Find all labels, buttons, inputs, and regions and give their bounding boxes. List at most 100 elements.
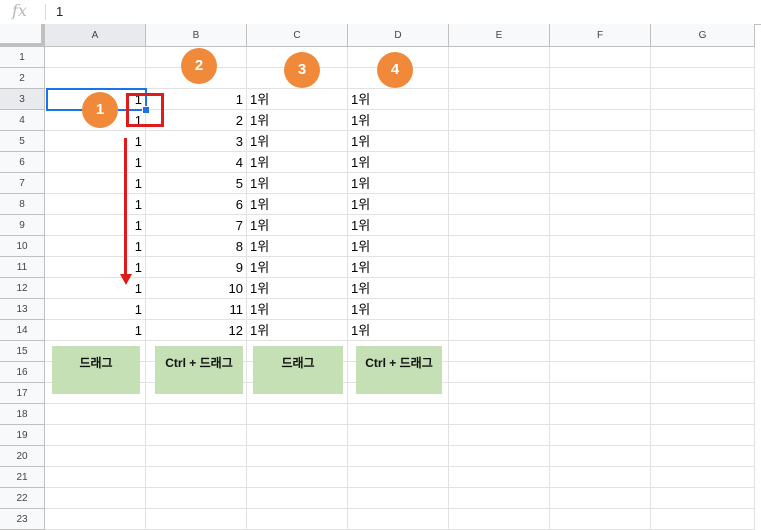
- cell-a7[interactable]: 1: [45, 173, 146, 194]
- row-header-7[interactable]: 7: [0, 173, 45, 194]
- cell-f15[interactable]: [550, 341, 651, 362]
- row-header-2[interactable]: 2: [0, 68, 45, 89]
- row-header-5[interactable]: 5: [0, 131, 45, 152]
- cell-g21[interactable]: [651, 467, 755, 488]
- cell-e4[interactable]: [449, 110, 550, 131]
- cell-e13[interactable]: [449, 299, 550, 320]
- cell-c19[interactable]: [247, 425, 348, 446]
- cell-d11[interactable]: 1위: [348, 257, 449, 278]
- cell-c18[interactable]: [247, 404, 348, 425]
- cell-e11[interactable]: [449, 257, 550, 278]
- cell-e14[interactable]: [449, 320, 550, 341]
- cell-d14[interactable]: 1위: [348, 320, 449, 341]
- cell-g8[interactable]: [651, 194, 755, 215]
- cell-b13[interactable]: 11: [146, 299, 247, 320]
- cell-d13[interactable]: 1위: [348, 299, 449, 320]
- select-all-corner[interactable]: [0, 24, 45, 47]
- row-header-12[interactable]: 12: [0, 278, 45, 299]
- cell-e21[interactable]: [449, 467, 550, 488]
- cell-g10[interactable]: [651, 236, 755, 257]
- cell-d12[interactable]: 1위: [348, 278, 449, 299]
- cell-b11[interactable]: 9: [146, 257, 247, 278]
- formula-input[interactable]: 1: [56, 4, 63, 20]
- cell-f4[interactable]: [550, 110, 651, 131]
- cell-a10[interactable]: 1: [45, 236, 146, 257]
- cell-c20[interactable]: [247, 446, 348, 467]
- cell-g20[interactable]: [651, 446, 755, 467]
- cell-b22[interactable]: [146, 488, 247, 509]
- cell-b5[interactable]: 3: [146, 131, 247, 152]
- cell-b18[interactable]: [146, 404, 247, 425]
- column-header-d[interactable]: D: [348, 24, 449, 47]
- row-header-6[interactable]: 6: [0, 152, 45, 173]
- cell-g6[interactable]: [651, 152, 755, 173]
- row-header-16[interactable]: 16: [0, 362, 45, 383]
- cell-a14[interactable]: 1: [45, 320, 146, 341]
- column-header-g[interactable]: G: [651, 24, 755, 47]
- cell-c4[interactable]: 1위: [247, 110, 348, 131]
- column-header-f[interactable]: F: [550, 24, 651, 47]
- cell-g17[interactable]: [651, 383, 755, 404]
- cell-d6[interactable]: 1위: [348, 152, 449, 173]
- cell-f13[interactable]: [550, 299, 651, 320]
- cell-g7[interactable]: [651, 173, 755, 194]
- row-header-14[interactable]: 14: [0, 320, 45, 341]
- cell-f7[interactable]: [550, 173, 651, 194]
- cell-g15[interactable]: [651, 341, 755, 362]
- cell-e12[interactable]: [449, 278, 550, 299]
- cell-f18[interactable]: [550, 404, 651, 425]
- cell-c8[interactable]: 1위: [247, 194, 348, 215]
- cell-g2[interactable]: [651, 68, 755, 89]
- cell-c11[interactable]: 1위: [247, 257, 348, 278]
- cell-e2[interactable]: [449, 68, 550, 89]
- cell-a13[interactable]: 1: [45, 299, 146, 320]
- cell-f9[interactable]: [550, 215, 651, 236]
- cell-e17[interactable]: [449, 383, 550, 404]
- row-header-15[interactable]: 15: [0, 341, 45, 362]
- cell-f2[interactable]: [550, 68, 651, 89]
- cell-d20[interactable]: [348, 446, 449, 467]
- cell-a9[interactable]: 1: [45, 215, 146, 236]
- row-header-8[interactable]: 8: [0, 194, 45, 215]
- cell-g9[interactable]: [651, 215, 755, 236]
- cell-e8[interactable]: [449, 194, 550, 215]
- column-header-e[interactable]: E: [449, 24, 550, 47]
- cell-f6[interactable]: [550, 152, 651, 173]
- cell-e6[interactable]: [449, 152, 550, 173]
- cell-b10[interactable]: 8: [146, 236, 247, 257]
- cell-d21[interactable]: [348, 467, 449, 488]
- cell-a22[interactable]: [45, 488, 146, 509]
- cell-g3[interactable]: [651, 89, 755, 110]
- cell-f10[interactable]: [550, 236, 651, 257]
- cell-c14[interactable]: 1위: [247, 320, 348, 341]
- cell-g22[interactable]: [651, 488, 755, 509]
- cell-f14[interactable]: [550, 320, 651, 341]
- cell-g5[interactable]: [651, 131, 755, 152]
- cell-f22[interactable]: [550, 488, 651, 509]
- cell-g16[interactable]: [651, 362, 755, 383]
- cell-g1[interactable]: [651, 47, 755, 68]
- cell-d10[interactable]: 1위: [348, 236, 449, 257]
- cell-g14[interactable]: [651, 320, 755, 341]
- cell-c12[interactable]: 1위: [247, 278, 348, 299]
- cell-g12[interactable]: [651, 278, 755, 299]
- column-header-b[interactable]: B: [146, 24, 247, 47]
- cell-f3[interactable]: [550, 89, 651, 110]
- cell-c9[interactable]: 1위: [247, 215, 348, 236]
- cell-e15[interactable]: [449, 341, 550, 362]
- cell-e3[interactable]: [449, 89, 550, 110]
- cell-a21[interactable]: [45, 467, 146, 488]
- cell-g13[interactable]: [651, 299, 755, 320]
- cell-f8[interactable]: [550, 194, 651, 215]
- cell-e10[interactable]: [449, 236, 550, 257]
- cell-c3[interactable]: 1위: [247, 89, 348, 110]
- cell-c22[interactable]: [247, 488, 348, 509]
- cell-b6[interactable]: 4: [146, 152, 247, 173]
- cell-f5[interactable]: [550, 131, 651, 152]
- cell-b7[interactable]: 5: [146, 173, 247, 194]
- cell-d5[interactable]: 1위: [348, 131, 449, 152]
- cell-b12[interactable]: 10: [146, 278, 247, 299]
- cell-d9[interactable]: 1위: [348, 215, 449, 236]
- cell-e19[interactable]: [449, 425, 550, 446]
- cell-f16[interactable]: [550, 362, 651, 383]
